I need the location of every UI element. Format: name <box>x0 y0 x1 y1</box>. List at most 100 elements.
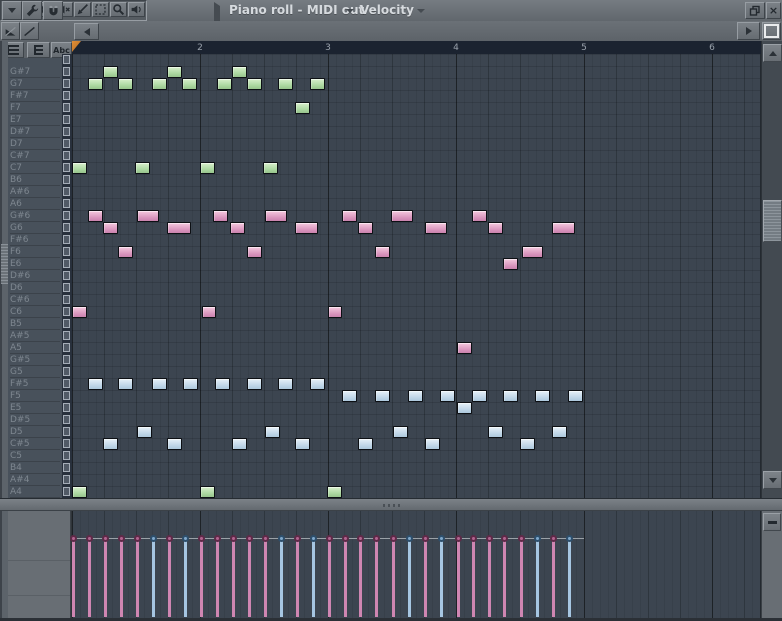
velocity-stem[interactable] <box>216 538 219 617</box>
key-chip[interactable] <box>63 67 70 76</box>
key-chip[interactable] <box>63 295 70 304</box>
midi-note-G6[interactable] <box>230 222 245 234</box>
key-chip[interactable] <box>63 103 70 112</box>
playhead-marker[interactable] <box>72 41 81 52</box>
midi-note-Fs5[interactable] <box>310 378 325 390</box>
midi-note-G7[interactable] <box>247 78 262 90</box>
midi-note-C7[interactable] <box>72 162 87 174</box>
midi-note-Cs5[interactable] <box>232 438 247 450</box>
midi-note-Gs7[interactable] <box>232 66 247 78</box>
velocity-stem[interactable] <box>264 538 267 617</box>
velocity-handle[interactable] <box>406 535 413 542</box>
midi-note-Gs6[interactable] <box>137 210 159 222</box>
velocity-handle[interactable] <box>390 535 397 542</box>
velocity-stem[interactable] <box>88 538 91 617</box>
midi-note-F6[interactable] <box>375 246 390 258</box>
midi-note-Cs5[interactable] <box>520 438 535 450</box>
velocity-handle[interactable] <box>86 535 93 542</box>
velocity-handle[interactable] <box>278 535 285 542</box>
key-label-Fs7[interactable]: F#7 <box>10 90 60 102</box>
midi-note-F5[interactable] <box>408 390 423 402</box>
velocity-stem[interactable] <box>136 538 139 617</box>
midi-note-Gs6[interactable] <box>213 210 228 222</box>
key-chip[interactable] <box>63 151 70 160</box>
midi-note-Fs5[interactable] <box>88 378 103 390</box>
key-chip[interactable] <box>63 379 70 388</box>
midi-note-Gs6[interactable] <box>88 210 103 222</box>
key-label-G6[interactable]: G6 <box>10 222 60 234</box>
key-chip[interactable] <box>63 283 70 292</box>
vertical-scrollbar-thumb[interactable] <box>763 200 782 242</box>
vertical-scrollbar[interactable] <box>761 41 782 498</box>
midi-note-G7[interactable] <box>88 78 103 90</box>
key-chip[interactable] <box>63 199 70 208</box>
midi-note-G6[interactable] <box>358 222 373 234</box>
key-chip[interactable] <box>63 319 70 328</box>
velocity-handle[interactable] <box>182 535 189 542</box>
velocity-handle[interactable] <box>501 535 508 542</box>
key-chip[interactable] <box>63 475 70 484</box>
key-chip[interactable] <box>63 91 70 100</box>
velocity-handle[interactable] <box>438 535 445 542</box>
midi-note-G7[interactable] <box>217 78 232 90</box>
key-chip[interactable] <box>63 403 70 412</box>
midi-note-C6[interactable] <box>202 306 216 318</box>
midi-note-F5[interactable] <box>342 390 357 402</box>
key-chip[interactable] <box>63 307 70 316</box>
key-label-A5[interactable]: A5 <box>10 342 60 354</box>
key-chip[interactable] <box>63 463 70 472</box>
key-label-Gs7[interactable]: G#7 <box>10 66 60 78</box>
key-label-Cs6[interactable]: C#6 <box>10 294 60 306</box>
midi-note-Gs6[interactable] <box>472 210 487 222</box>
velocity-stem[interactable] <box>472 538 475 617</box>
key-chip[interactable] <box>63 271 70 280</box>
key-label-E7[interactable]: E7 <box>10 114 60 126</box>
scroll-down-button[interactable] <box>763 471 782 489</box>
key-label-F7[interactable]: F7 <box>10 102 60 114</box>
velocity-lane[interactable] <box>72 511 761 618</box>
key-label-Fs5[interactable]: F#5 <box>10 378 60 390</box>
key-label-Gs5[interactable]: G#5 <box>10 354 60 366</box>
key-label-B5[interactable]: B5 <box>10 318 60 330</box>
snap-button[interactable] <box>43 1 63 20</box>
midi-note-F6[interactable] <box>522 246 543 258</box>
velocity-stem[interactable] <box>312 538 315 617</box>
velocity-handle[interactable] <box>150 535 157 542</box>
note-grid[interactable] <box>72 54 761 498</box>
midi-note-F5[interactable] <box>472 390 487 402</box>
midi-note-C6[interactable] <box>328 306 342 318</box>
key-label-A4[interactable]: A4 <box>10 486 60 498</box>
midi-note-A4[interactable] <box>327 486 342 498</box>
key-label-F5[interactable]: F5 <box>10 390 60 402</box>
midi-note-G6[interactable] <box>552 222 575 234</box>
playback-tool-button[interactable] <box>128 2 145 17</box>
detach-button[interactable] <box>762 22 781 40</box>
selector-dropdown-icon[interactable] <box>417 9 425 13</box>
velocity-stem[interactable] <box>552 538 555 617</box>
velocity-stem[interactable] <box>568 538 571 617</box>
key-chip[interactable] <box>63 187 70 196</box>
midi-note-Fs5[interactable] <box>118 378 133 390</box>
midi-note-A4[interactable] <box>200 486 215 498</box>
velocity-handle[interactable] <box>455 535 462 542</box>
porta-tool-button[interactable] <box>20 22 39 40</box>
midi-note-G7[interactable] <box>278 78 293 90</box>
midi-note-F5[interactable] <box>440 390 455 402</box>
velocity-handle[interactable] <box>262 535 269 542</box>
midi-note-Gs6[interactable] <box>265 210 287 222</box>
key-label-D7[interactable]: D7 <box>10 138 60 150</box>
velocity-stem[interactable] <box>296 538 299 617</box>
midi-note-F5[interactable] <box>375 390 390 402</box>
velocity-stem[interactable] <box>392 538 395 617</box>
zoom-tool-button[interactable] <box>110 2 127 17</box>
key-chip[interactable] <box>63 427 70 436</box>
key-chip[interactable] <box>63 235 70 244</box>
velocity-handle[interactable] <box>550 535 557 542</box>
key-chip[interactable] <box>63 211 70 220</box>
midi-note-F6[interactable] <box>118 246 133 258</box>
midi-note-Fs5[interactable] <box>278 378 293 390</box>
key-label-D5[interactable]: D5 <box>10 426 60 438</box>
midi-note-D5[interactable] <box>265 426 280 438</box>
key-label-C7[interactable]: C7 <box>10 162 60 174</box>
target-selector[interactable]: Velocity <box>360 3 414 17</box>
